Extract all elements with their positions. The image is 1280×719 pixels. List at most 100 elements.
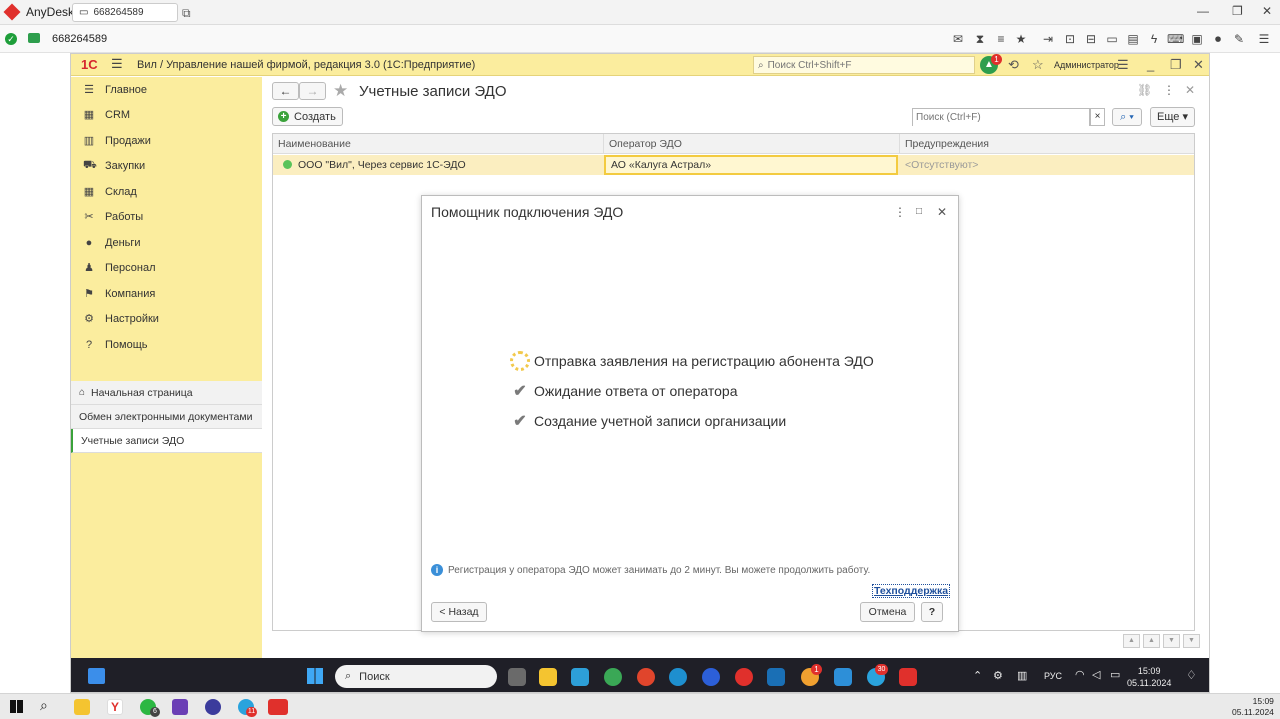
windows-start-icon[interactable] — [10, 700, 23, 713]
hourglass-icon[interactable]: ⧗ — [972, 32, 988, 47]
restore-icon[interactable]: ❐ — [1170, 57, 1182, 73]
global-search[interactable]: ⌕ — [753, 56, 975, 74]
database-icon[interactable]: ≡ — [993, 32, 1009, 46]
user-name[interactable]: Администратор — [1054, 60, 1119, 70]
monitor-select-icon[interactable]: ⊟ — [1083, 32, 1099, 46]
scroll-down-icon[interactable]: ▼ — [1163, 634, 1180, 648]
yandex-browser-icon[interactable]: Y — [107, 699, 123, 715]
menu-icon[interactable]: ☰ — [1256, 32, 1272, 46]
cell-operator[interactable]: АО «Калуга Астрал» — [604, 155, 898, 175]
opened-home-page[interactable]: ⌂ Начальная страница — [71, 381, 262, 405]
support-link[interactable]: Техподдержка — [872, 584, 951, 598]
edge-icon[interactable] — [669, 668, 687, 686]
global-search-input[interactable] — [767, 59, 958, 71]
sidebar-item-warehouse[interactable]: ▦ Склад — [71, 179, 262, 204]
battery-icon[interactable]: ▭ — [1110, 668, 1120, 681]
app-circle-icon[interactable] — [205, 699, 221, 715]
sidebar-item-money[interactable]: ● Деньги — [71, 230, 262, 255]
column-header-name[interactable]: Наименование — [273, 134, 604, 154]
close-icon[interactable]: ✕ — [1185, 83, 1195, 97]
more-vertical-icon[interactable]: ⋮ — [894, 205, 906, 219]
new-tab-icon[interactable]: ⧉ — [182, 6, 191, 21]
cancel-button[interactable]: Отмена — [860, 602, 915, 622]
restore-icon[interactable]: ❐ — [1232, 4, 1243, 18]
tray-app-icon[interactable]: ⚙ — [993, 669, 1003, 682]
forward-arrow-icon[interactable]: → — [299, 82, 326, 100]
close-icon[interactable]: ✕ — [1193, 57, 1204, 73]
anydesk-icon[interactable] — [268, 699, 288, 715]
notification-bell-icon[interactable]: ♢ — [1186, 668, 1197, 682]
switch-icon[interactable]: ▣ — [1189, 32, 1205, 46]
back-arrow-icon[interactable]: ← — [272, 82, 299, 100]
tray-expand-icon[interactable]: ⌃ — [973, 669, 982, 682]
sidebar-item-works[interactable]: ✂ Работы — [71, 204, 262, 229]
file-transfer-icon[interactable]: ⇥ — [1040, 32, 1056, 46]
search-button[interactable]: ⌕ ▾ — [1112, 108, 1142, 126]
settings-menu-icon[interactable]: ☰ — [1117, 57, 1129, 73]
widgets-icon[interactable] — [88, 668, 105, 684]
column-header-warnings[interactable]: Предупреждения — [900, 134, 1194, 154]
remote-clock[interactable]: 15:09 05.11.2024 — [1127, 665, 1171, 689]
scroll-up-icon[interactable]: ▲ — [1143, 634, 1160, 648]
back-button[interactable]: < Назад — [431, 602, 487, 622]
message-icon[interactable]: ▤ — [1125, 32, 1141, 46]
file-explorer-icon[interactable] — [539, 668, 557, 686]
list-search-input[interactable] — [913, 109, 1089, 126]
zoom-icon[interactable] — [702, 668, 720, 686]
sidebar-item-crm[interactable]: ▦ CRM — [71, 102, 262, 127]
history-icon[interactable]: ⟲ — [1008, 57, 1019, 73]
cell-warnings[interactable]: <Отсутствуют> — [900, 155, 1190, 175]
close-icon[interactable]: ✕ — [937, 205, 947, 219]
more-button[interactable]: Еще ▾ — [1150, 107, 1195, 127]
minimize-icon[interactable]: _ — [1147, 57, 1154, 72]
taskbar-search[interactable]: ⌕ Поиск — [335, 665, 497, 688]
chat-icon[interactable]: ✉ — [950, 32, 966, 46]
tray-audio-icon[interactable]: ▥ — [1017, 669, 1027, 682]
draw-icon[interactable]: ✎ — [1231, 32, 1247, 46]
file-explorer-icon[interactable] — [74, 699, 90, 715]
favorites-icon[interactable]: ☆ — [1032, 57, 1044, 73]
display-icon[interactable]: ⊡ — [1062, 32, 1078, 46]
language-indicator[interactable]: РУС — [1044, 671, 1062, 681]
local-clock[interactable]: 15:09 05.11.2024 — [1232, 696, 1274, 718]
chrome-alt-icon[interactable] — [637, 668, 655, 686]
opened-edo-exchange[interactable]: Обмен электронными документами — [71, 405, 262, 429]
sidebar-item-personnel[interactable]: ♟ Персонал — [71, 255, 262, 280]
cell-name[interactable]: ООО "Вил", Через сервис 1С-ЭДО — [278, 155, 598, 175]
action-icon[interactable]: ϟ — [1146, 32, 1162, 46]
windows-start-icon[interactable] — [307, 668, 323, 684]
record-icon[interactable]: ⏺ — [1210, 32, 1226, 47]
close-icon[interactable]: ✕ — [1262, 4, 1272, 18]
search-icon[interactable]: ⌕ — [40, 697, 48, 714]
volume-icon[interactable]: ◁ — [1092, 668, 1100, 681]
task-view-icon[interactable] — [508, 668, 526, 686]
more-vertical-icon[interactable]: ⋮ — [1163, 83, 1175, 97]
sidebar-item-purchases[interactable]: ⛟ Закупки — [71, 153, 262, 178]
scroll-top-icon[interactable]: ▲ — [1123, 634, 1140, 648]
yandex-icon[interactable] — [735, 668, 753, 686]
chrome-icon[interactable] — [604, 668, 622, 686]
clear-search-icon[interactable]: × — [1090, 108, 1105, 126]
table-row[interactable]: ООО "Вил", Через сервис 1С-ЭДО АО «Калуг… — [273, 155, 1194, 175]
list-search[interactable] — [912, 108, 1090, 126]
app-icon[interactable] — [767, 668, 785, 686]
opened-edo-accounts[interactable]: Учетные записи ЭДО — [71, 429, 262, 453]
sidebar-item-main[interactable]: ☰ Главное — [71, 77, 262, 102]
viber-icon[interactable] — [172, 699, 188, 715]
sidebar-item-company[interactable]: ⚑ Компания — [71, 281, 262, 306]
star-icon[interactable]: ★ — [1013, 32, 1029, 46]
hamburger-icon[interactable]: ☰ — [111, 56, 123, 72]
sidebar-item-sales[interactable]: ▥ Продажи — [71, 128, 262, 153]
help-button[interactable]: ? — [921, 602, 943, 622]
screen-icon[interactable]: ▭ — [1104, 32, 1120, 46]
scroll-bottom-icon[interactable]: ▼ — [1183, 634, 1200, 648]
sidebar-item-settings[interactable]: ⚙ Настройки — [71, 306, 262, 331]
link-icon[interactable]: ⛓ — [1137, 83, 1152, 97]
favorite-star-icon[interactable]: ★ — [333, 81, 348, 101]
sidebar-item-help[interactable]: ? Помощь — [71, 332, 262, 357]
keyboard-icon[interactable]: ⌨ — [1167, 32, 1184, 46]
column-header-operator[interactable]: Оператор ЭДО — [604, 134, 900, 154]
anydesk-icon[interactable] — [899, 668, 917, 686]
create-button[interactable]: + Создать — [272, 107, 343, 126]
minimize-icon[interactable]: — — [1197, 4, 1209, 18]
